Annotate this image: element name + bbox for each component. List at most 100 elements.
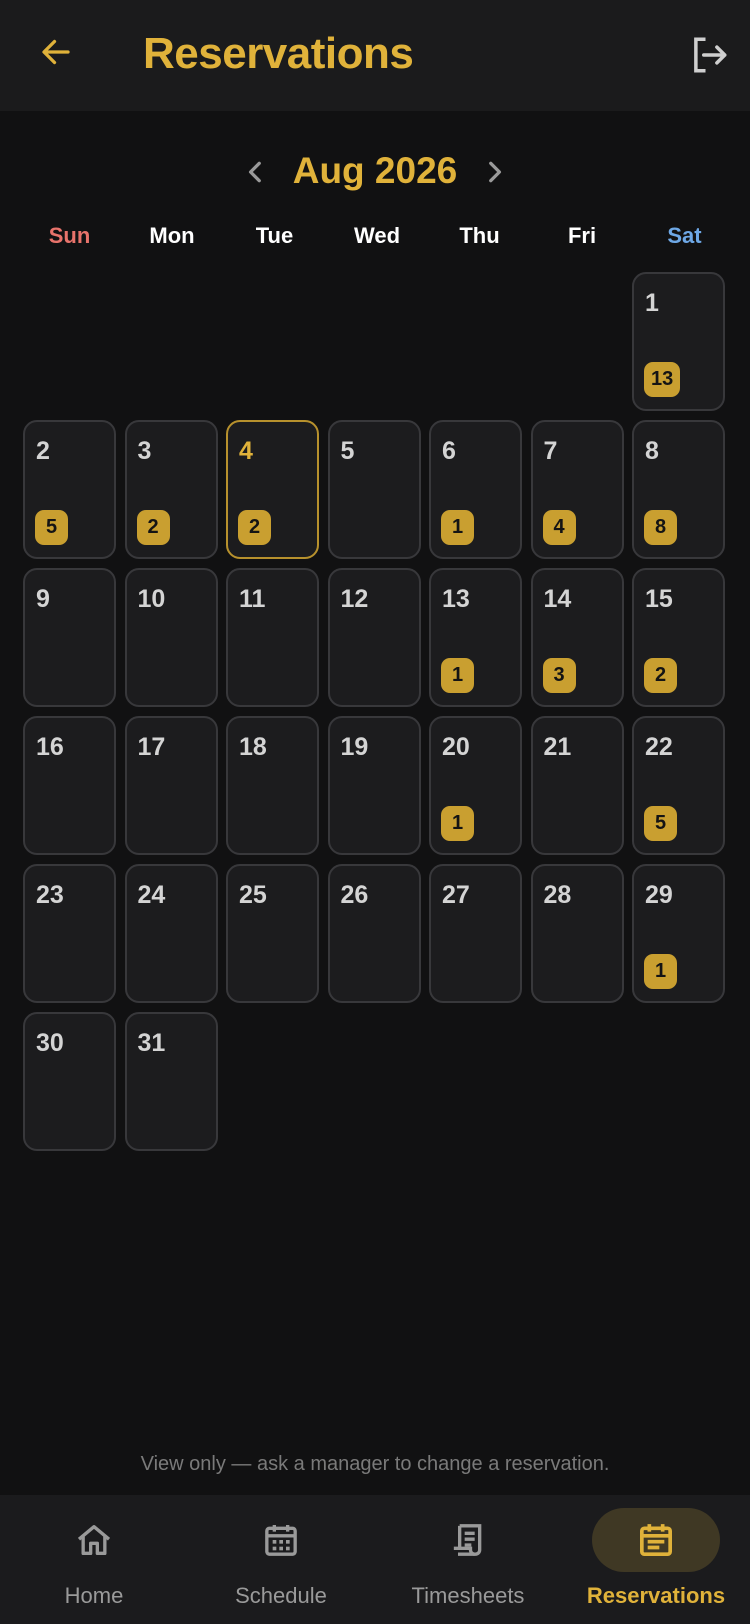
reservation-count-badge: 5 [644,806,677,841]
day-number: 22 [645,733,673,761]
nav-schedule[interactable]: Schedule [217,1495,345,1624]
day-number: 7 [543,437,558,465]
day-number: 18 [239,733,267,761]
calendar-day-1[interactable]: 1 13 [632,272,725,411]
day-number: 3 [137,437,152,465]
calendar-day-24[interactable]: 24 [124,864,218,1003]
calendar-day-12[interactable]: 12 [327,568,421,707]
day-number: 25 [239,881,267,909]
calendar-day-31[interactable]: 31 [124,1012,218,1151]
reservation-count-badge: 1 [441,658,474,693]
calendar-day-15[interactable]: 15 2 [632,568,725,707]
reservation-count-badge: 1 [441,806,474,841]
calendar-day-16[interactable]: 16 [23,716,116,855]
calendar-day-17[interactable]: 17 [124,716,218,855]
reservation-count-badge: 13 [644,362,681,397]
calendar-day-3[interactable]: 32 [124,420,218,559]
calendar-grid-icon [265,1525,297,1556]
calendar-day-20[interactable]: 20 1 [429,716,522,855]
calendar-day-4[interactable]: 42 [226,420,319,559]
chevron-left-icon [248,161,261,183]
day-number: 29 [645,881,673,909]
calendar-day-2[interactable]: 25 [23,420,116,559]
calendar-day-5[interactable]: 5 [327,420,421,559]
calendar-day-6[interactable]: 61 [429,420,522,559]
month-label: Aug 2026 [292,150,458,191]
calendar-day-9[interactable]: 9 [23,568,116,707]
day-number: 27 [442,881,470,909]
day-number: 15 [645,585,673,613]
day-number: 26 [340,881,369,909]
weekday-sun: Sun [48,223,91,248]
bottom-navigation: Home Schedule Timesheets Reservations [0,1495,750,1624]
nav-reservations-label: Reservations [586,1583,726,1608]
next-month-button[interactable] [476,152,512,192]
nav-timesheets[interactable]: Timesheets [404,1495,532,1624]
nav-home[interactable]: Home [30,1495,158,1624]
calendar-day-23[interactable]: 23 [23,864,116,1003]
calendar-day-10[interactable]: 10 [124,568,218,707]
reservation-count-badge: 2 [136,510,170,545]
day-number: 21 [543,733,572,761]
weekday-thu: Thu [459,223,500,248]
reservation-count-badge: 3 [542,658,576,693]
reservation-count-badge: 1 [644,954,677,989]
logout-button[interactable] [686,32,732,78]
weekday-sat: Sat [667,223,702,248]
calendar-day-7[interactable]: 74 [530,420,624,559]
day-number: 11 [239,585,266,613]
day-number: 20 [442,733,470,761]
event-note-icon [640,1524,672,1556]
day-number: 17 [137,733,166,761]
day-number: 8 [645,437,659,465]
weekday-wed: Wed [353,223,401,248]
calendar-day-30[interactable]: 30 [23,1012,116,1151]
day-number: 9 [36,585,50,613]
day-number: 30 [36,1029,64,1057]
day-number: 16 [36,733,64,761]
day-number: 6 [442,437,456,465]
receipt-icon [453,1524,482,1556]
day-number: 2 [36,437,50,465]
back-button[interactable] [34,30,78,74]
calendar-day-14[interactable]: 14 3 [530,568,624,707]
day-number: 19 [340,733,369,761]
calendar-day-28[interactable]: 28 [530,864,624,1003]
nav-timesheets-label: Timesheets [411,1583,525,1608]
calendar-day-21[interactable]: 21 [530,716,624,855]
day-number: 31 [137,1029,166,1057]
calendar-day-19[interactable]: 19 [327,716,421,855]
calendar-blank-cell [328,272,421,411]
calendar-day-27[interactable]: 27 [429,864,522,1003]
calendar-day-13[interactable]: 13 1 [429,568,522,707]
calendar-day-26[interactable]: 26 [327,864,421,1003]
day-number: 1 [645,289,659,317]
calendar-day-18[interactable]: 18 [226,716,319,855]
app-bar: Reservations [0,0,750,111]
calendar-blank-cell [531,272,624,411]
calendar-day-25[interactable]: 25 [226,864,319,1003]
nav-reservations[interactable]: Reservations [587,1495,725,1624]
weekday-tue: Tue [255,223,294,248]
weekday-fri: Fri [567,223,597,248]
month-navigation: Aug 2026 [0,142,750,202]
calendar-day-8[interactable]: 88 [632,420,725,559]
page-title: Reservations [143,29,414,78]
day-number: 10 [137,585,166,613]
day-number: 13 [442,585,470,613]
nav-schedule-label: Schedule [235,1583,327,1608]
calendar-day-29[interactable]: 29 1 [632,864,725,1003]
day-number: 4 [239,437,253,465]
arrow-left-icon [42,39,70,65]
weekday-header-row: Sun Mon Tue Wed Thu Fri Sat [23,220,727,256]
reservation-count-badge: 2 [644,658,677,693]
previous-month-button[interactable] [238,152,274,192]
calendar-blank-cell [429,272,522,411]
day-number: 14 [543,585,572,613]
day-number: 23 [36,881,64,909]
calendar-grid: 1 13 2 5 3 2 4 2 5 6 1 7 4 8 8 9 10 11 12 13 1 14 3 15 2 16 17 18 19… [23,272,727,1151]
calendar-day-22[interactable]: 22 5 [632,716,725,855]
weekday-mon: Mon [149,223,195,248]
view-only-note: View only — ask a manager to change a re… [140,1453,610,1475]
calendar-day-11[interactable]: 11 [226,568,319,707]
